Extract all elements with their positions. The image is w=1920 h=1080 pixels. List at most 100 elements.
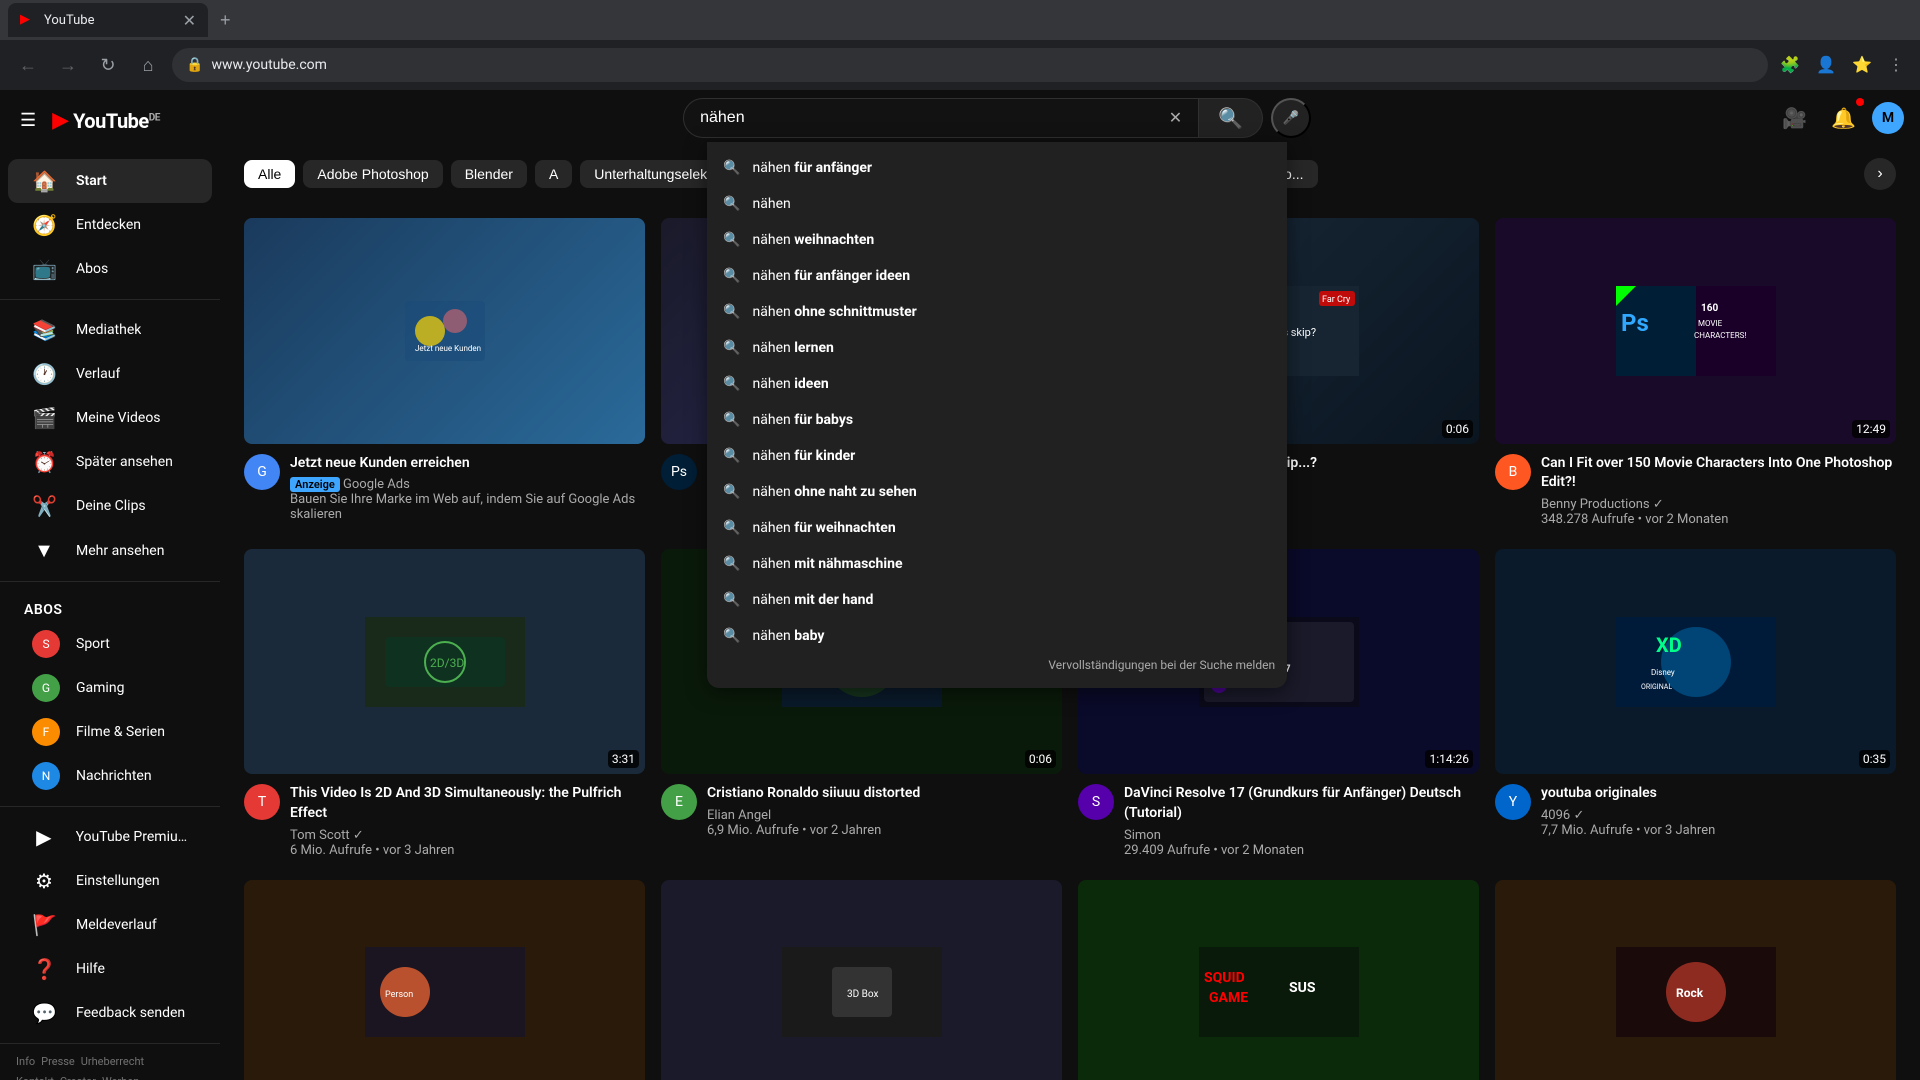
suggestion-9[interactable]: 🔍 nähen für kinder xyxy=(707,438,1287,474)
suggestion-7[interactable]: 🔍 nähen ideen xyxy=(707,366,1287,402)
search-input[interactable] xyxy=(700,109,1169,127)
sidebar-label-hilfe: Hilfe xyxy=(76,961,105,977)
sidebar-item-meldeverlauf[interactable]: 🚩 Meldeverlauf xyxy=(8,903,212,947)
settings-menu-button[interactable]: ⋮ xyxy=(1884,51,1908,79)
video-card-12[interactable]: Rock D Untitled Video xyxy=(1495,880,1896,1080)
sidebar: ☰ ▶ YouTubeDE 🏠 Start 🧭 Entdecken 📺 Abos xyxy=(0,90,220,1080)
sidebar-item-nachrichten[interactable]: N Nachrichten xyxy=(8,754,212,798)
tab-close-button[interactable]: ✕ xyxy=(183,11,196,30)
video-card-10[interactable]: 3D Box 3 Untitled Video xyxy=(661,880,1062,1080)
sidebar-item-abos[interactable]: 📺 Abos xyxy=(8,247,212,291)
browser-chrome: ▶ YouTube ✕ + ← → ↻ ⌂ 🔒 www.youtube.com … xyxy=(0,0,1920,90)
sidebar-item-yt-premium[interactable]: ▶ YouTube Premium xyxy=(8,815,212,859)
suggestion-4[interactable]: 🔍 nähen für anfänger ideen xyxy=(707,258,1287,294)
sidebar-item-spaeter[interactable]: ⏰ Später ansehen xyxy=(8,440,212,484)
extensions-button[interactable]: 🧩 xyxy=(1776,51,1804,79)
filter-chip-alle[interactable]: Alle xyxy=(244,160,295,188)
suggestion-5[interactable]: 🔍 nähen ohne schnittmuster xyxy=(707,294,1287,330)
help-icon: ❓ xyxy=(32,957,56,981)
voice-search-button[interactable]: 🎤 xyxy=(1271,98,1311,138)
notifications-button[interactable]: 🔔 xyxy=(1823,98,1864,139)
forward-button[interactable]: → xyxy=(52,49,84,81)
video-duration-3: 0:06 xyxy=(1442,420,1473,438)
svg-text:Person: Person xyxy=(385,990,413,1000)
footer-creator[interactable]: Creator xyxy=(60,1075,96,1080)
youtube-logo[interactable]: ▶ YouTubeDE xyxy=(52,108,160,133)
sidebar-item-einstellungen[interactable]: ⚙ Einstellungen xyxy=(8,859,212,903)
sidebar-item-hilfe[interactable]: ❓ Hilfe xyxy=(8,947,212,991)
suggestion-search-icon-12: 🔍 xyxy=(723,556,740,572)
suggestion-13[interactable]: 🔍 nähen mit der hand xyxy=(707,582,1287,618)
active-tab[interactable]: ▶ YouTube ✕ xyxy=(8,3,208,37)
footer-kontakt[interactable]: Kontakt xyxy=(16,1075,54,1080)
tab-bar: ▶ YouTube ✕ + xyxy=(0,0,1920,40)
sidebar-item-start[interactable]: 🏠 Start xyxy=(8,159,212,203)
suggestion-1[interactable]: 🔍 nähen für anfänger xyxy=(707,150,1287,186)
video-info-5: T This Video Is 2D And 3D Simultaneously… xyxy=(244,774,645,863)
tab-favicon: ▶ xyxy=(20,12,36,28)
svg-text:MOVIE: MOVIE xyxy=(1698,319,1723,328)
video-info-8: Y youtuba originales 4096 ✓ 7,7 Mio. Auf… xyxy=(1495,774,1896,844)
dropdown-footer: Vervollständigungen bei der Suche melden xyxy=(707,654,1287,680)
footer-urheberrecht[interactable]: Urheberrecht xyxy=(81,1055,144,1068)
suggestion-11[interactable]: 🔍 nähen für weihnachten xyxy=(707,510,1287,546)
filter-scroll-right[interactable]: › xyxy=(1864,158,1896,190)
video-info-1: G Jetzt neue Kunden erreichen Anzeige Go… xyxy=(244,444,645,529)
video-card-11[interactable]: SQUID GAME SUS S Squid Game SUS xyxy=(1078,880,1479,1080)
new-tab-button[interactable]: + xyxy=(212,6,239,35)
create-button[interactable]: 🎥 xyxy=(1774,98,1815,139)
lock-icon: 🔒 xyxy=(186,57,203,73)
video-card-1[interactable]: Jetzt neue Kunden G Jetzt neue Kunden er… xyxy=(244,218,645,533)
video-card-8[interactable]: XD Disney ORIGINAL 0:35 Y youtuba origin… xyxy=(1495,549,1896,864)
suggestion-text-11: nähen für weihnachten xyxy=(753,520,1272,536)
suggestion-search-icon-11: 🔍 xyxy=(723,520,740,536)
sidebar-item-entdecken[interactable]: 🧭 Entdecken xyxy=(8,203,212,247)
suggestion-14[interactable]: 🔍 nähen baby xyxy=(707,618,1287,654)
suggestion-12[interactable]: 🔍 nähen mit nähmaschine xyxy=(707,546,1287,582)
user-avatar[interactable]: M xyxy=(1872,102,1904,134)
sidebar-item-filme[interactable]: F Filme & Serien xyxy=(8,710,212,754)
footer-info[interactable]: Info xyxy=(16,1055,35,1068)
search-button[interactable]: 🔍 xyxy=(1199,98,1263,138)
reload-button[interactable]: ↻ xyxy=(92,49,124,81)
suggestion-6[interactable]: 🔍 nähen lernen xyxy=(707,330,1287,366)
suggestion-10[interactable]: 🔍 nähen ohne naht zu sehen xyxy=(707,474,1287,510)
sidebar-item-gaming[interactable]: G Gaming xyxy=(8,666,212,710)
filter-chip-blender[interactable]: Blender xyxy=(451,160,527,188)
sidebar-item-sport[interactable]: S Sport xyxy=(8,622,212,666)
suggestion-8[interactable]: 🔍 nähen für babys xyxy=(707,402,1287,438)
suggestion-2[interactable]: 🔍 nähen xyxy=(707,186,1287,222)
sidebar-item-meine-videos[interactable]: 🎬 Meine Videos xyxy=(8,396,212,440)
video-card-9[interactable]: Person R Untitled Video xyxy=(244,880,645,1080)
filme-avatar: F xyxy=(32,718,60,746)
sidebar-item-mediathek[interactable]: 📚 Mediathek xyxy=(8,308,212,352)
sidebar-item-mehr[interactable]: ▼ Mehr ansehen xyxy=(8,528,212,573)
search-box: ✕ 🔍 xyxy=(683,98,1263,138)
address-bar[interactable]: 🔒 www.youtube.com xyxy=(172,48,1768,82)
channel-avatar-7: S xyxy=(1078,784,1114,820)
hamburger-button[interactable]: ☰ xyxy=(16,106,40,135)
filter-chip-a[interactable]: A xyxy=(535,160,572,188)
svg-text:ORIGINAL: ORIGINAL xyxy=(1641,683,1672,691)
home-button[interactable]: ⌂ xyxy=(132,49,164,81)
sidebar-item-verlauf[interactable]: 🕐 Verlauf xyxy=(8,352,212,396)
footer-presse[interactable]: Presse xyxy=(41,1055,75,1068)
search-clear-button[interactable]: ✕ xyxy=(1169,108,1182,128)
yt-logo-text: YouTubeDE xyxy=(73,109,160,133)
svg-text:GAME: GAME xyxy=(1209,990,1248,1006)
sidebar-label-mehr: Mehr ansehen xyxy=(76,543,164,559)
main-content: ✕ 🔍 🎤 🔍 nähen für anfänger 🔍 nähen xyxy=(220,90,1920,1080)
sidebar-item-feedback[interactable]: 💬 Feedback senden xyxy=(8,991,212,1035)
profile-button[interactable]: 👤 xyxy=(1812,51,1840,79)
suggestion-3[interactable]: 🔍 nähen weihnachten xyxy=(707,222,1287,258)
filter-chip-adobe[interactable]: Adobe Photoshop xyxy=(303,160,442,188)
footer-werben[interactable]: Werben xyxy=(102,1075,139,1080)
back-button[interactable]: ← xyxy=(12,49,44,81)
bookmark-button[interactable]: ⭐ xyxy=(1848,51,1876,79)
video-card-5[interactable]: 2D/3D 3:31 T This Video Is 2D And 3D Sim… xyxy=(244,549,645,864)
suggestion-text-1: nähen für anfänger xyxy=(753,160,1272,176)
suggestion-text-3: nähen weihnachten xyxy=(753,232,1272,248)
sidebar-item-clips[interactable]: ✂️ Deine Clips xyxy=(8,484,212,528)
video-card-4[interactable]: Ps 160 MOVIE CHARACTERS! 12:49 B Can I F… xyxy=(1495,218,1896,533)
video-duration-5: 3:31 xyxy=(608,750,639,768)
